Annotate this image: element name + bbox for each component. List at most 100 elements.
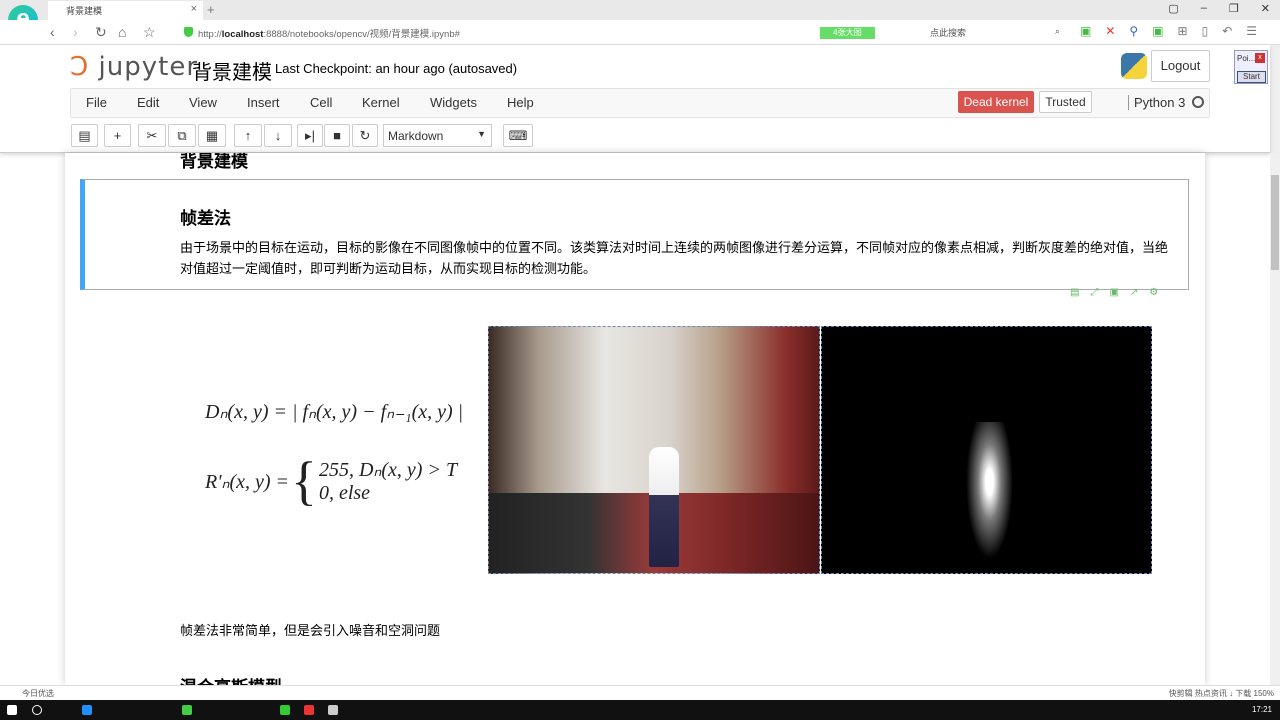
minimize-icon[interactable]: – (1201, 2, 1207, 15)
cell-tool-icon[interactable]: ▣ (1109, 287, 1118, 298)
foreground-mask-image[interactable] (821, 326, 1152, 574)
clock[interactable]: 17:21 (1252, 705, 1272, 714)
scrollbar-thumb[interactable] (1271, 175, 1279, 270)
apps-icon[interactable]: ⊞ (1178, 24, 1188, 38)
home-icon[interactable]: ⌂ (118, 24, 126, 40)
cell-toolbar: ▤ ⤢ ▣ ↗ ⚙ (1070, 287, 1158, 298)
extension-icons: ▣ ✕ ⚲ ▣ ⊞ ▯ ↶ ☰ (1080, 24, 1257, 38)
keyboard-shortcuts-button[interactable]: ⌨ (503, 124, 533, 147)
paste-button[interactable]: ▦ (198, 124, 226, 147)
dead-kernel-badge[interactable]: Dead kernel (958, 91, 1034, 113)
extension-icon[interactable]: ▣ (1080, 24, 1091, 38)
cortana-icon[interactable] (32, 705, 42, 715)
app-icon[interactable] (304, 705, 314, 715)
game-icon[interactable]: ▣ (1152, 24, 1163, 38)
share-icon[interactable]: ↗ (1130, 287, 1138, 298)
menu-cell[interactable]: Cell (310, 95, 332, 110)
cell-tool-icon[interactable]: ▤ (1070, 287, 1079, 298)
browser-tab[interactable]: 背景建模 × (48, 1, 203, 20)
search-icon[interactable]: ⌕ (1055, 26, 1060, 37)
scissors-icon[interactable]: ✕ (1105, 24, 1115, 38)
status-right[interactable]: 快剪辑 热点资讯 ↓ 下载 150% (1169, 688, 1274, 699)
cell-type-select[interactable]: Markdown ▼ (383, 124, 492, 147)
heading-gaussian-mixture: 混合高斯模型 (180, 673, 282, 685)
forward-icon[interactable]: › (73, 24, 78, 40)
copy-button[interactable]: ⧉ (168, 124, 196, 147)
notebook-title[interactable]: 背景建模 (192, 56, 272, 85)
search-placeholder: 点此搜索 (930, 28, 967, 38)
phone-icon[interactable]: ▯ (1202, 24, 1209, 38)
windows-taskbar: 17:21 (0, 700, 1280, 720)
menu-insert[interactable]: Insert (247, 95, 280, 110)
app-icon[interactable] (280, 705, 290, 715)
kernel-status-icon (1192, 96, 1204, 108)
magnifier-icon[interactable]: ⚲ (1129, 24, 1138, 38)
menu-kernel[interactable]: Kernel (362, 95, 400, 110)
expand-icon[interactable]: ⤢ (1090, 287, 1098, 298)
star-icon[interactable]: ☆ (143, 24, 156, 41)
close-tab-icon[interactable]: × (191, 3, 197, 15)
formula-case-2: 0, else (318, 482, 371, 504)
gear-icon[interactable]: ⚙ (1149, 287, 1158, 298)
trusted-badge[interactable]: Trusted (1039, 91, 1092, 113)
kernel-name: Python 3 (1128, 95, 1185, 110)
browser-status-bar: 今日优选 快剪辑 热点资讯 ↓ 下载 150% (0, 685, 1280, 700)
formula: Dₙ(x, y) = | fₙ(x, y) − fₙ₋₁(x, y) | R'ₙ… (205, 399, 463, 508)
heading-frame-difference: 帧差法 (180, 209, 231, 228)
notebook-container: 背景建模 帧差法 由于场景中的目标在运动，目标的影像在不同图像帧中的位置不同。该… (65, 153, 1205, 685)
search-input[interactable]: 点此搜索 ⌕ (930, 26, 1060, 39)
status-left[interactable]: 今日优选 (22, 688, 54, 699)
logout-button[interactable]: Logout (1151, 50, 1210, 82)
menu-edit[interactable]: Edit (137, 95, 159, 110)
python-logo-icon (1121, 53, 1147, 79)
checkpoint-status: Last Checkpoint: an hour ago (autosaved) (275, 61, 518, 76)
formula-case-1: 255, Dₙ(x, y) > T (318, 459, 458, 481)
app-icon[interactable] (182, 705, 192, 715)
menu-view[interactable]: View (189, 95, 217, 110)
shield-icon (184, 27, 193, 37)
move-down-button[interactable]: ↓ (264, 124, 292, 147)
url-input[interactable]: http://localhost:8888/notebooks/opencv/视… (198, 26, 460, 40)
formula-difference: Dₙ(x, y) = | fₙ(x, y) − fₙ₋₁(x, y) | (205, 401, 464, 423)
new-tab-icon[interactable]: + (207, 2, 215, 17)
menu-widgets[interactable]: Widgets (430, 95, 477, 110)
edge-icon[interactable] (82, 705, 92, 715)
menu-file[interactable]: File (86, 95, 107, 110)
brace: { (291, 451, 317, 511)
chevron-down-icon: ▼ (477, 129, 486, 139)
save-button[interactable]: ▤ (71, 124, 98, 147)
image-badge[interactable]: 4张大图 (820, 27, 875, 39)
back-icon[interactable]: ‹ (50, 24, 55, 40)
start-icon[interactable] (7, 705, 17, 715)
jupyter-logo[interactable]: Ͻ jupyter (70, 52, 198, 82)
restart-button[interactable]: ↻ (352, 124, 378, 147)
menu-icon[interactable]: ☰ (1246, 24, 1257, 38)
pointer-popup: Poi... x Start (1234, 50, 1268, 84)
popup-start-button[interactable]: Start (1237, 71, 1266, 83)
popup-close-button[interactable]: x (1255, 53, 1265, 63)
note-text: 帧差法非常简单，但是会引入噪音和空洞问题 (180, 623, 441, 638)
video-frame-image[interactable] (488, 326, 820, 574)
heading-background-modeling: 背景建模 (180, 153, 248, 171)
person-figure (649, 447, 679, 567)
skin-icon[interactable]: ▢ (1168, 2, 1178, 15)
move-up-button[interactable]: ↑ (234, 124, 262, 147)
run-button[interactable]: ▸| (297, 124, 323, 147)
close-window-icon[interactable]: ✕ (1261, 2, 1270, 15)
restore-icon[interactable]: ❐ (1229, 2, 1239, 15)
popup-title: Poi... (1237, 54, 1256, 63)
undo-icon[interactable]: ↶ (1222, 24, 1232, 38)
url-path: :8888/notebooks/opencv/视频/背景建模.ipynb# (263, 29, 460, 40)
tab-title: 背景建模 (66, 6, 103, 16)
cell-type-value: Markdown (388, 129, 444, 143)
reload-icon[interactable]: ↻ (95, 24, 107, 41)
formula-threshold-lhs: R'ₙ(x, y) = (205, 470, 290, 493)
window-controls: ▢ – ❐ ✕ (1168, 2, 1270, 15)
menu-help[interactable]: Help (507, 95, 534, 110)
jupyter-logo-text: jupyter (98, 52, 199, 82)
app-icon[interactable] (328, 705, 338, 715)
stop-icon[interactable]: ■ (324, 124, 350, 147)
cut-button[interactable]: ✂ (138, 124, 166, 147)
url-host: localhost (221, 29, 264, 40)
insert-cell-button[interactable]: + (104, 124, 131, 147)
